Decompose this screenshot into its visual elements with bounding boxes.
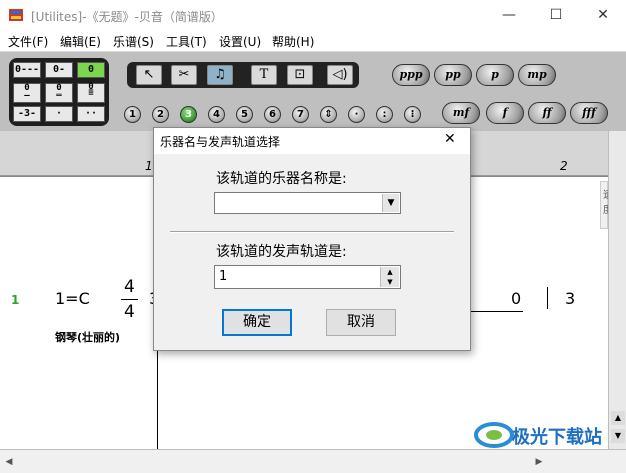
instrument-track-dialog: 乐器名与发声轨道选择 ✕ 该轨道的乐器名称是: ▼ 该轨道的发声轨道是: 1 ▲… bbox=[153, 127, 471, 351]
horizontal-scrollbar[interactable]: ◀ ▶ bbox=[0, 449, 626, 473]
note-tool-icon[interactable]: ♫ bbox=[207, 65, 233, 85]
dialog-title: 乐器名与发声轨道选择 bbox=[160, 135, 281, 149]
time-signature-top: 4 bbox=[124, 277, 135, 297]
octave-button[interactable]: ⇕ bbox=[320, 106, 337, 123]
system-barline bbox=[157, 341, 158, 449]
duration-eighth[interactable]: 0— bbox=[13, 83, 41, 103]
double-dot-button[interactable]: ·· bbox=[77, 106, 105, 122]
dynamic-ff-button[interactable]: ff bbox=[528, 102, 566, 124]
dynamic-ppp-button[interactable]: ppp bbox=[392, 64, 430, 86]
pitch-1-button[interactable]: 1 bbox=[124, 106, 141, 123]
window-title: [Utilites]-《无题》-贝音（简谱版） bbox=[31, 10, 223, 24]
instrument-name-label: 该轨道的乐器名称是: bbox=[216, 171, 347, 187]
duration-whole[interactable]: 0--- bbox=[13, 62, 41, 78]
minimize-button[interactable]: — bbox=[486, 0, 532, 31]
close-button[interactable]: ✕ bbox=[580, 0, 626, 31]
colon-button[interactable]: : bbox=[376, 106, 393, 123]
menu-tools[interactable]: 工具(T) bbox=[166, 33, 207, 50]
watermark-logo: 极光下载站 bbox=[474, 418, 622, 452]
triplet-button[interactable]: -3- bbox=[13, 106, 41, 122]
rest-note: 0 bbox=[511, 289, 522, 308]
dynamic-f-button[interactable]: f bbox=[486, 102, 524, 124]
dialog-title-bar: 乐器名与发声轨道选择 ✕ bbox=[154, 128, 470, 154]
pitch-3-button[interactable]: 3 bbox=[180, 106, 197, 123]
key-signature: 1=C bbox=[55, 289, 90, 308]
dot-above-button[interactable]: · bbox=[348, 106, 365, 123]
speaker-tool-icon[interactable]: ◁) bbox=[327, 65, 353, 85]
vertical-scrollbar[interactable]: ▲ ▼ bbox=[608, 131, 626, 449]
menu-file[interactable]: 文件(F) bbox=[8, 33, 48, 50]
scissors-tool-icon[interactable]: ✂ bbox=[171, 65, 197, 85]
cancel-button[interactable]: 取消 bbox=[326, 309, 396, 336]
menu-settings[interactable]: 设置(U) bbox=[219, 33, 261, 50]
side-panel: 速度 bbox=[600, 181, 613, 229]
ok-button[interactable]: 确定 bbox=[222, 309, 292, 336]
dialog-close-icon[interactable]: ✕ bbox=[444, 131, 456, 147]
dynamic-mf-button[interactable]: mf bbox=[442, 102, 480, 124]
menu-bar: 文件(F) 编辑(E) 乐谱(S) 工具(T) 设置(U) 帮助(H) bbox=[0, 31, 626, 51]
stepper-up-icon[interactable]: ▲ bbox=[380, 267, 399, 277]
watermark-icon bbox=[474, 422, 514, 448]
tool-strip: ↖ ✂ ♫ T ⊡ ◁) bbox=[127, 62, 359, 88]
duration-half[interactable]: 0- bbox=[45, 62, 73, 78]
duration-quarter[interactable]: 0 bbox=[77, 62, 105, 78]
dynamic-fff-button[interactable]: fff bbox=[570, 102, 608, 124]
beam-line bbox=[470, 311, 523, 312]
pitch-5-button[interactable]: 5 bbox=[236, 106, 253, 123]
dialog-divider bbox=[170, 231, 454, 233]
scroll-left-icon[interactable]: ◀ bbox=[2, 454, 16, 470]
stepper-down-icon[interactable]: ▼ bbox=[380, 277, 399, 287]
trash-tool-icon[interactable]: ⊡ bbox=[287, 65, 313, 85]
menu-score[interactable]: 乐谱(S) bbox=[113, 33, 154, 50]
track-number-stepper[interactable]: 1 ▲ ▼ bbox=[214, 265, 401, 289]
track-label: 该轨道的发声轨道是: bbox=[216, 244, 347, 260]
instrument-name: 钢琴(壮丽的) bbox=[55, 331, 121, 344]
watermark-text: 极光下载站 bbox=[512, 427, 602, 448]
duration-panel: 0--- 0- 0 0— 0 ═ 0 ≡ -3- · ·· bbox=[9, 58, 109, 126]
time-signature-bottom: 4 bbox=[124, 302, 135, 322]
maximize-button[interactable]: ☐ bbox=[533, 0, 579, 31]
time-signature-line bbox=[121, 299, 138, 300]
menu-help[interactable]: 帮助(H) bbox=[272, 33, 314, 50]
duration-thirtysecond[interactable]: 0 ≡ bbox=[77, 83, 105, 103]
app-icon bbox=[9, 9, 23, 21]
chevron-down-icon[interactable]: ▼ bbox=[382, 194, 399, 212]
scroll-right-icon[interactable]: ▶ bbox=[532, 454, 546, 470]
dot-button[interactable]: · bbox=[45, 106, 73, 122]
track-number-value: 1 bbox=[219, 269, 228, 284]
triple-dot-button[interactable]: ⁝ bbox=[404, 106, 421, 123]
dynamic-mp-button[interactable]: mp bbox=[518, 64, 556, 86]
ruler-mark-1: 1 bbox=[145, 159, 153, 173]
dynamic-pp-button[interactable]: pp bbox=[434, 64, 472, 86]
track-number: 1 bbox=[11, 293, 20, 307]
note-three: 3 bbox=[565, 289, 576, 308]
instrument-name-dropdown[interactable]: ▼ bbox=[214, 192, 401, 214]
pitch-6-button[interactable]: 6 bbox=[264, 106, 281, 123]
text-tool-icon[interactable]: T bbox=[251, 65, 277, 85]
pitch-4-button[interactable]: 4 bbox=[208, 106, 225, 123]
duration-sixteenth[interactable]: 0 ═ bbox=[45, 83, 73, 103]
title-bar: [Utilites]-《无题》-贝音（简谱版） — ☐ ✕ bbox=[0, 0, 626, 31]
dynamic-p-button[interactable]: p bbox=[476, 64, 514, 86]
ruler-mark-2: 2 bbox=[560, 159, 568, 173]
menu-edit[interactable]: 编辑(E) bbox=[60, 33, 101, 50]
pitch-7-button[interactable]: 7 bbox=[292, 106, 309, 123]
measure-barline bbox=[547, 287, 548, 309]
pitch-2-button[interactable]: 2 bbox=[152, 106, 169, 123]
pointer-tool-icon[interactable]: ↖ bbox=[136, 65, 162, 85]
toolbar: 0--- 0- 0 0— 0 ═ 0 ≡ -3- · ·· ↖ ✂ ♫ T ⊡ ◁)… bbox=[0, 51, 626, 131]
